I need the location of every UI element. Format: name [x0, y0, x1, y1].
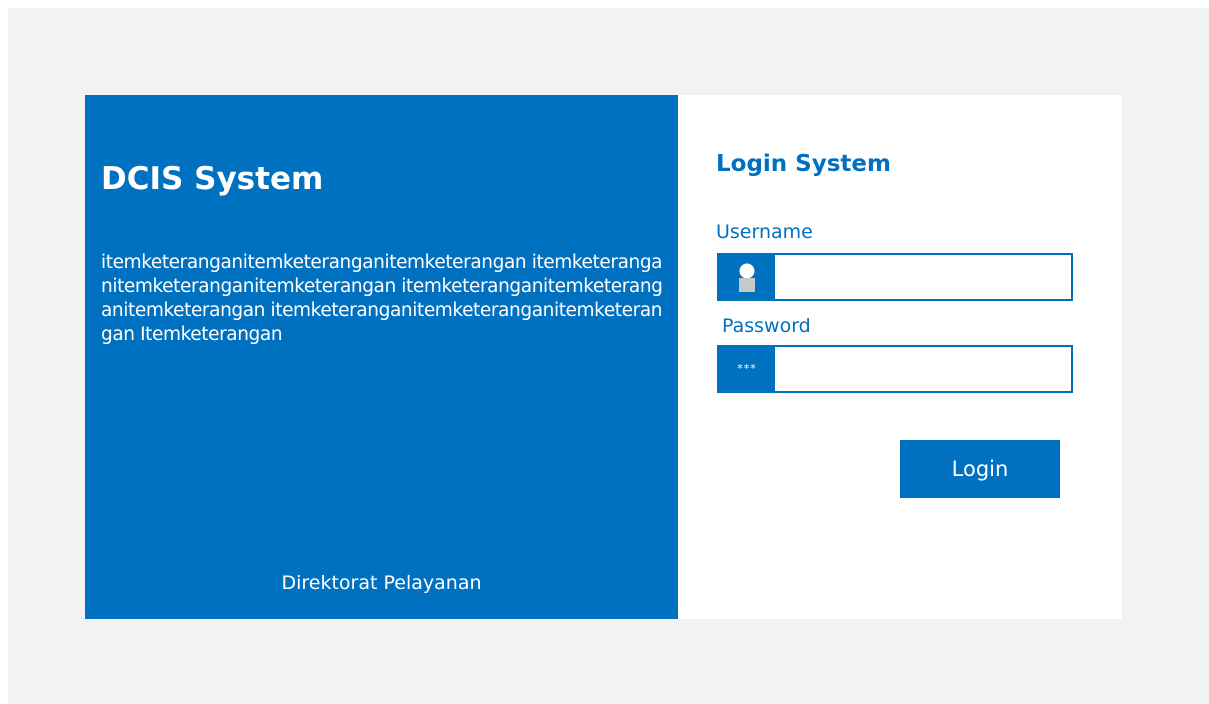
- organization-name: Direktorat Pelayanan: [281, 572, 482, 594]
- login-title: Login System: [716, 151, 891, 177]
- password-input[interactable]: [775, 347, 1071, 391]
- password-label: Password: [722, 315, 811, 337]
- page-background: DCIS System itemketeranganitemketerangan…: [8, 8, 1209, 704]
- app-title: DCIS System: [101, 161, 324, 197]
- login-card: DCIS System itemketeranganitemketerangan…: [85, 95, 1122, 619]
- username-input[interactable]: [775, 255, 1071, 299]
- password-icon-text: ***: [737, 361, 757, 375]
- login-form-panel: Login System Username Password *** Login: [678, 95, 1122, 619]
- username-label: Username: [716, 221, 813, 243]
- brand-panel: DCIS System itemketeranganitemketerangan…: [85, 95, 678, 619]
- user-icon: [719, 255, 775, 299]
- username-input-group: [717, 253, 1073, 301]
- password-icon: ***: [719, 347, 775, 391]
- app-description: itemketeranganitemketeranganitemketerang…: [101, 252, 663, 345]
- password-input-group: ***: [717, 345, 1073, 393]
- login-button[interactable]: Login: [900, 440, 1060, 498]
